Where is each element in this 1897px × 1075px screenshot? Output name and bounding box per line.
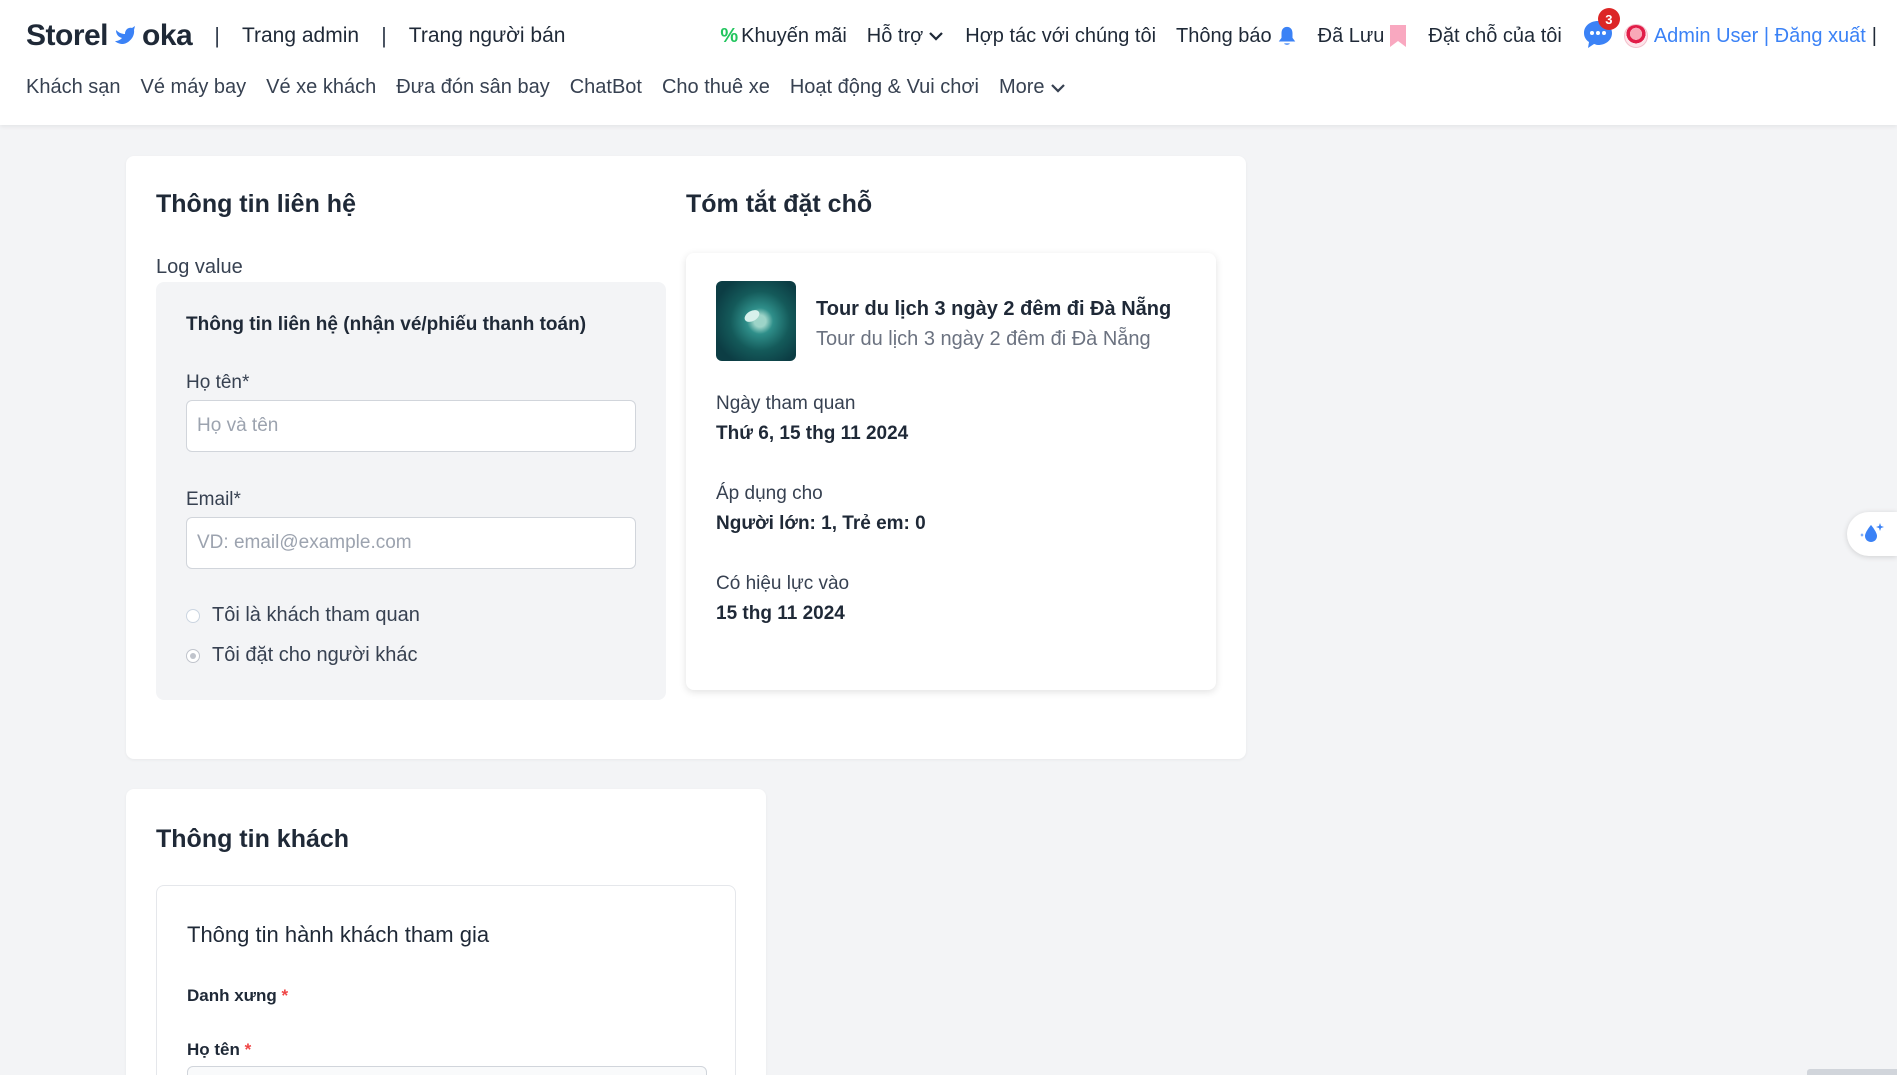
nav-more-dropdown[interactable]: More xyxy=(999,76,1067,99)
guest-name-label-text: Họ tên xyxy=(187,1040,240,1059)
top-header: Storel oka | Trang admin | Trang người b… xyxy=(0,0,1897,125)
bird-logo-icon xyxy=(115,26,136,44)
email-label: Email* xyxy=(186,489,241,510)
nav-item-airport-transfer[interactable]: Đưa đón sân bay xyxy=(396,76,550,99)
sparkle-drop-icon xyxy=(1860,523,1884,542)
guest-section-title: Thông tin khách xyxy=(156,825,350,853)
apply-for-value: Người lớn: 1, Trẻ em: 0 xyxy=(716,513,926,534)
notifications-link[interactable]: Thông báo xyxy=(1176,25,1298,48)
name-label: Họ tên* xyxy=(186,372,250,393)
admin-page-link[interactable]: Trang admin xyxy=(242,24,359,48)
main-nav: Khách sạn Vé máy bay Vé xe khách Đưa đón… xyxy=(26,76,1067,99)
salutation-label-text: Danh xưng xyxy=(187,986,277,1005)
nav-item-bus[interactable]: Vé xe khách xyxy=(266,76,376,99)
my-bookings-link[interactable]: Đặt chỗ của tôi xyxy=(1428,25,1561,48)
support-dropdown[interactable]: Hỗ trợ xyxy=(867,25,945,48)
contact-summary-card: Thông tin liên hệ Tóm tắt đặt chỗ Log va… xyxy=(126,156,1246,759)
saved-link[interactable]: Đã Lưu xyxy=(1318,24,1409,48)
radio-visitor-option[interactable]: Tôi là khách tham quan xyxy=(186,604,420,627)
valid-date-label: Có hiệu lực vào xyxy=(716,573,850,594)
promo-label: Khuyến mãi xyxy=(741,24,847,47)
nav-item-hotels[interactable]: Khách sạn xyxy=(26,76,121,99)
guest-form-box: Thông tin hành khách tham gia Danh xưng … xyxy=(156,885,736,1075)
log-value-text: Log value xyxy=(156,256,243,278)
seller-page-link[interactable]: Trang người bán xyxy=(409,24,566,48)
floating-assistant-button[interactable] xyxy=(1847,512,1897,556)
tour-title: Tour du lịch 3 ngày 2 đêm đi Đà Nẵng xyxy=(816,298,1172,320)
tour-subtitle: Tour du lịch 3 ngày 2 đêm đi Đà Nẵng xyxy=(816,328,1151,350)
scrollbar[interactable] xyxy=(1807,1069,1897,1075)
guest-info-card: Thông tin khách Thông tin hành khách tha… xyxy=(126,789,766,1075)
contact-box-title: Thông tin liên hệ (nhận vé/phiếu thanh t… xyxy=(186,314,587,335)
summary-section-title: Tóm tắt đặt chỗ xyxy=(686,190,873,218)
booking-summary-box: Tour du lịch 3 ngày 2 đêm đi Đà Nẵng Tou… xyxy=(686,253,1216,690)
radio-other-label: Tôi đặt cho người khác xyxy=(212,644,418,666)
valid-date-value: 15 thg 11 2024 xyxy=(716,603,845,624)
chat-badge: 3 xyxy=(1597,8,1620,30)
tour-thumbnail xyxy=(716,281,796,361)
radio-visitor[interactable] xyxy=(186,608,200,623)
divider: | xyxy=(381,23,387,48)
salutation-label: Danh xưng * xyxy=(187,986,288,1006)
chevron-down-icon xyxy=(1050,83,1065,93)
site-logo[interactable]: Storel oka xyxy=(26,19,193,53)
divider: | xyxy=(214,23,220,48)
contact-form-box: Thông tin liên hệ (nhận vé/phiếu thanh t… xyxy=(156,282,666,700)
bell-icon xyxy=(1278,26,1295,45)
nav-item-car-rental[interactable]: Cho thuê xe xyxy=(662,76,770,99)
chat-button[interactable]: 3 xyxy=(1582,8,1620,53)
bookmark-icon xyxy=(1390,25,1407,47)
support-label: Hỗ trợ xyxy=(866,24,924,47)
radio-other[interactable] xyxy=(186,648,200,663)
required-mark: * xyxy=(281,986,289,1005)
header-top-row: Storel oka | Trang admin | Trang người b… xyxy=(26,8,1877,58)
radio-other-option[interactable]: Tôi đặt cho người khác xyxy=(186,644,418,667)
chevron-down-icon xyxy=(929,32,944,41)
header-right-menu: % Khuyến mãi Hỗ trợ Hợp tác với chúng tô… xyxy=(700,8,1877,53)
promo-link[interactable]: % Khuyến mãi xyxy=(720,25,846,48)
radio-visitor-label: Tôi là khách tham quan xyxy=(212,604,420,626)
contact-section-title: Thông tin liên hệ xyxy=(156,190,356,218)
nav-item-activities[interactable]: Hoạt động & Vui chơi xyxy=(790,76,979,99)
required-mark: * xyxy=(244,1040,252,1059)
avatar[interactable] xyxy=(1623,24,1648,48)
guest-box-title: Thông tin hành khách tham gia xyxy=(187,922,490,947)
logo-text-left: Storel xyxy=(26,19,109,52)
email-field[interactable] xyxy=(186,517,636,569)
logo-text-right: oka xyxy=(142,19,193,52)
percent-icon: % xyxy=(720,24,739,47)
nav-item-chatbot[interactable]: ChatBot xyxy=(570,76,642,99)
partner-link[interactable]: Hợp tác với chúng tôi xyxy=(965,25,1156,48)
nav-more-label: More xyxy=(998,76,1045,98)
divider: | xyxy=(1871,24,1877,47)
name-field[interactable] xyxy=(186,400,636,452)
guest-name-label: Họ tên * xyxy=(187,1040,251,1060)
guest-name-field[interactable] xyxy=(187,1066,707,1075)
notifications-label: Thông báo xyxy=(1176,24,1272,47)
saved-label: Đã Lưu xyxy=(1317,24,1385,47)
visit-date-value: Thứ 6, 15 thg 11 2024 xyxy=(716,423,909,444)
user-logout-link[interactable]: Admin User | Đăng xuất xyxy=(1654,25,1866,48)
visit-date-label: Ngày tham quan xyxy=(716,393,856,414)
apply-for-label: Áp dụng cho xyxy=(716,483,823,504)
nav-item-flights[interactable]: Vé máy bay xyxy=(141,76,247,99)
